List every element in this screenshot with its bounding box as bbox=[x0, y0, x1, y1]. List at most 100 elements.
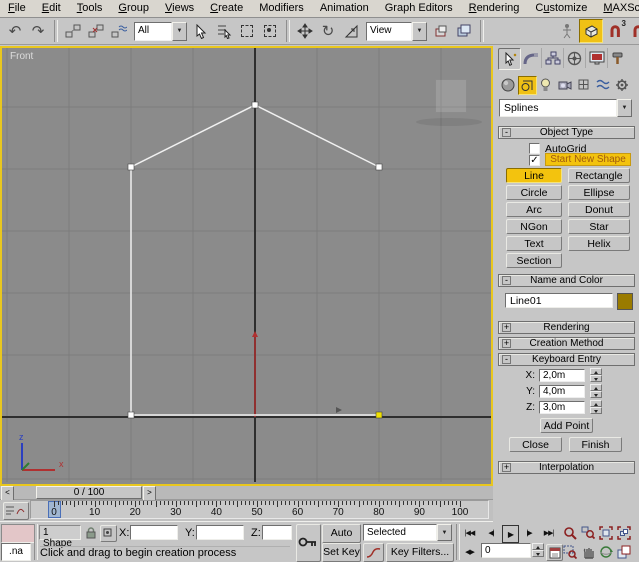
dropdown-arrow-icon[interactable]: ▼ bbox=[412, 22, 427, 41]
selection-filter-dropdown[interactable]: All ▼ bbox=[134, 22, 187, 41]
subtab-helpers[interactable] bbox=[575, 76, 592, 93]
rollout-state-icon[interactable]: - bbox=[502, 276, 511, 285]
ke-x-field[interactable]: 2,0m bbox=[539, 369, 585, 382]
rollout-interpolation[interactable]: + Interpolation bbox=[498, 461, 635, 474]
rollout-state-icon[interactable]: + bbox=[502, 339, 511, 348]
angle-snap-icon[interactable]: ∠ bbox=[627, 20, 639, 42]
rollout-state-icon[interactable]: - bbox=[502, 355, 511, 364]
selection-set-dropdown[interactable]: Selected ▼ bbox=[363, 524, 452, 541]
mini-curve-editor-icon[interactable] bbox=[3, 502, 29, 520]
autogrid-checkbox[interactable] bbox=[529, 143, 540, 154]
reference-coordinate-dropdown[interactable]: View ▼ bbox=[366, 22, 427, 41]
add-point-button[interactable]: Add Point bbox=[540, 418, 593, 433]
viewport-name-label[interactable]: Front bbox=[10, 51, 33, 62]
ke-z-spinner[interactable] bbox=[590, 400, 602, 414]
dropdown-arrow-icon[interactable]: ▼ bbox=[437, 524, 452, 541]
bind-to-spacewarp-icon[interactable] bbox=[108, 20, 130, 42]
start-new-shape-button[interactable]: Start New Shape bbox=[545, 153, 631, 166]
menu-create[interactable]: Create bbox=[202, 0, 251, 17]
unlink-selection-icon[interactable] bbox=[85, 20, 107, 42]
subtab-shapes[interactable] bbox=[518, 76, 537, 95]
button-donut[interactable]: Donut bbox=[568, 202, 630, 217]
window-crossing-icon[interactable] bbox=[259, 20, 281, 42]
y-coord-field[interactable] bbox=[196, 525, 244, 540]
rollout-name-and-color[interactable]: - Name and Color bbox=[498, 274, 635, 287]
maxscript-mini-listener-bottom[interactable]: .na bbox=[1, 543, 31, 561]
tab-utilities[interactable] bbox=[608, 48, 629, 68]
zoom-icon[interactable] bbox=[562, 525, 578, 541]
button-star[interactable]: Star bbox=[568, 219, 630, 234]
absolute-offset-toggle-icon[interactable] bbox=[100, 525, 117, 542]
menu-group[interactable]: Group bbox=[110, 0, 157, 17]
button-line[interactable]: Line bbox=[506, 168, 562, 183]
menu-customize[interactable]: Customize bbox=[527, 0, 595, 17]
select-and-manipulate-icon[interactable] bbox=[556, 20, 578, 42]
select-object-icon[interactable] bbox=[190, 20, 212, 42]
z-coord-field[interactable] bbox=[262, 525, 292, 540]
ke-y-field[interactable]: 4,0m bbox=[539, 385, 585, 398]
tab-create[interactable] bbox=[498, 48, 521, 70]
select-and-move-icon[interactable] bbox=[294, 20, 316, 42]
min-max-toggle-icon[interactable] bbox=[616, 544, 632, 560]
subtab-geometry[interactable] bbox=[499, 76, 516, 93]
rollout-rendering[interactable]: + Rendering bbox=[498, 321, 635, 334]
time-next-arrow[interactable]: > bbox=[143, 486, 156, 501]
auto-key-button[interactable]: Auto Key bbox=[322, 524, 361, 543]
rollout-keyboard-entry[interactable]: - Keyboard Entry bbox=[498, 353, 635, 366]
spline-category-dropdown[interactable]: Splines ▼ bbox=[499, 99, 632, 117]
rectangular-selection-region-icon[interactable] bbox=[236, 20, 258, 42]
arc-rotate-icon[interactable] bbox=[598, 544, 614, 560]
button-section[interactable]: Section bbox=[506, 253, 562, 268]
finish-button[interactable]: Finish bbox=[569, 437, 622, 452]
button-arc[interactable]: Arc bbox=[506, 202, 562, 217]
button-ellipse[interactable]: Ellipse bbox=[568, 185, 630, 200]
pan-icon[interactable] bbox=[580, 544, 596, 560]
menu-maxscript[interactable]: MAXScript bbox=[595, 0, 639, 17]
region-zoom-icon[interactable] bbox=[562, 544, 578, 560]
zoom-all-icon[interactable] bbox=[580, 525, 596, 541]
close-button[interactable]: Close bbox=[509, 437, 562, 452]
layer-manager-icon[interactable] bbox=[453, 20, 475, 42]
key-filters-button[interactable]: Key Filters... bbox=[386, 543, 454, 562]
maxscript-mini-listener-top[interactable] bbox=[1, 524, 35, 543]
zoom-extents-all-icon[interactable] bbox=[616, 525, 632, 541]
viewport-canvas[interactable]: z x bbox=[2, 48, 491, 484]
rollout-creation-method[interactable]: + Creation Method bbox=[498, 337, 635, 350]
subtab-cameras[interactable] bbox=[556, 76, 573, 93]
tab-hierarchy[interactable] bbox=[542, 48, 564, 68]
set-key-button[interactable]: Set Key bbox=[322, 543, 361, 562]
ke-z-field[interactable]: 3,0m bbox=[539, 401, 585, 414]
rollout-state-icon[interactable]: + bbox=[502, 463, 511, 472]
object-name-field[interactable]: Line01 bbox=[505, 293, 613, 308]
dropdown-arrow-icon[interactable]: ▼ bbox=[172, 22, 187, 41]
snap-3d-icon[interactable]: 3 bbox=[604, 20, 626, 42]
button-circle[interactable]: Circle bbox=[506, 185, 562, 200]
tab-modify[interactable] bbox=[520, 48, 542, 68]
select-by-name-icon[interactable] bbox=[213, 20, 235, 42]
tab-display[interactable] bbox=[586, 48, 608, 68]
select-and-scale-icon[interactable] bbox=[340, 20, 362, 42]
time-slider-thumb[interactable]: 0 / 100 bbox=[36, 486, 142, 499]
key-mode-toggle-button[interactable]: ◀▶ bbox=[461, 544, 478, 560]
go-to-start-button[interactable]: |◀◀ bbox=[461, 525, 478, 541]
rollout-state-icon[interactable]: - bbox=[502, 128, 511, 137]
use-pivot-center-icon[interactable] bbox=[430, 20, 452, 42]
ke-y-spinner[interactable] bbox=[590, 384, 602, 398]
time-prev-arrow[interactable]: < bbox=[1, 486, 14, 501]
menu-tools[interactable]: Tools bbox=[69, 0, 111, 17]
menu-modifiers[interactable]: Modifiers bbox=[251, 0, 312, 17]
subtab-lights[interactable] bbox=[537, 76, 554, 93]
rollout-object-type[interactable]: - Object Type bbox=[498, 126, 635, 139]
set-keys-button[interactable] bbox=[296, 524, 321, 562]
object-color-swatch[interactable] bbox=[617, 293, 633, 310]
subtab-spacewarps[interactable] bbox=[594, 76, 611, 93]
snaps-toggle-icon[interactable] bbox=[579, 19, 603, 43]
tab-motion[interactable] bbox=[564, 48, 586, 68]
menu-views[interactable]: Views bbox=[157, 0, 202, 17]
menu-rendering[interactable]: Rendering bbox=[461, 0, 528, 17]
undo-icon[interactable]: ↶ bbox=[4, 20, 26, 42]
button-helix[interactable]: Helix bbox=[568, 236, 630, 251]
rollout-state-icon[interactable]: + bbox=[502, 323, 511, 332]
menu-file[interactable]: File bbox=[0, 0, 34, 17]
menu-edit[interactable]: Edit bbox=[34, 0, 69, 17]
